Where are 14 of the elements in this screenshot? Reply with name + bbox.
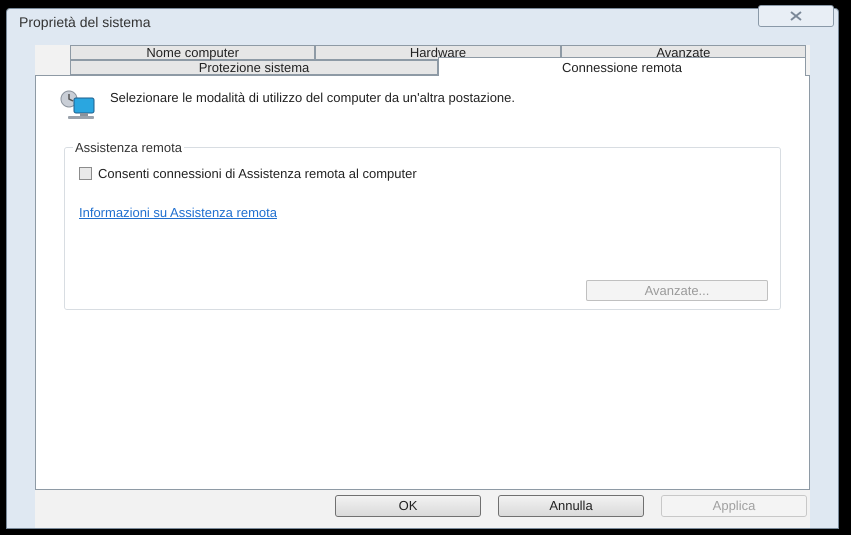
tab[interactable]: Hardware [315, 45, 561, 60]
close-icon [789, 11, 803, 21]
window-title: Proprietà del sistema [19, 12, 151, 32]
checkbox-label: Consenti connessioni di Assistenza remota al computer [98, 164, 417, 183]
info-link[interactable]: Informazioni su Assistenza remota [79, 203, 277, 222]
tab[interactable]: Connessione remota [438, 57, 806, 76]
group-title: Assistenza remota [74, 139, 183, 157]
description-text: Selezionare le modalità di utilizzo del computer da un'altra postazione. [110, 90, 516, 105]
close-button[interactable] [758, 5, 834, 27]
tab[interactable]: Nome computer [70, 45, 316, 60]
dialog-button[interactable]: Annulla [498, 495, 644, 517]
checkbox[interactable] [79, 166, 92, 180]
tab[interactable]: Protezione sistema [70, 60, 438, 75]
dialog-button[interactable]: OK [335, 495, 481, 517]
